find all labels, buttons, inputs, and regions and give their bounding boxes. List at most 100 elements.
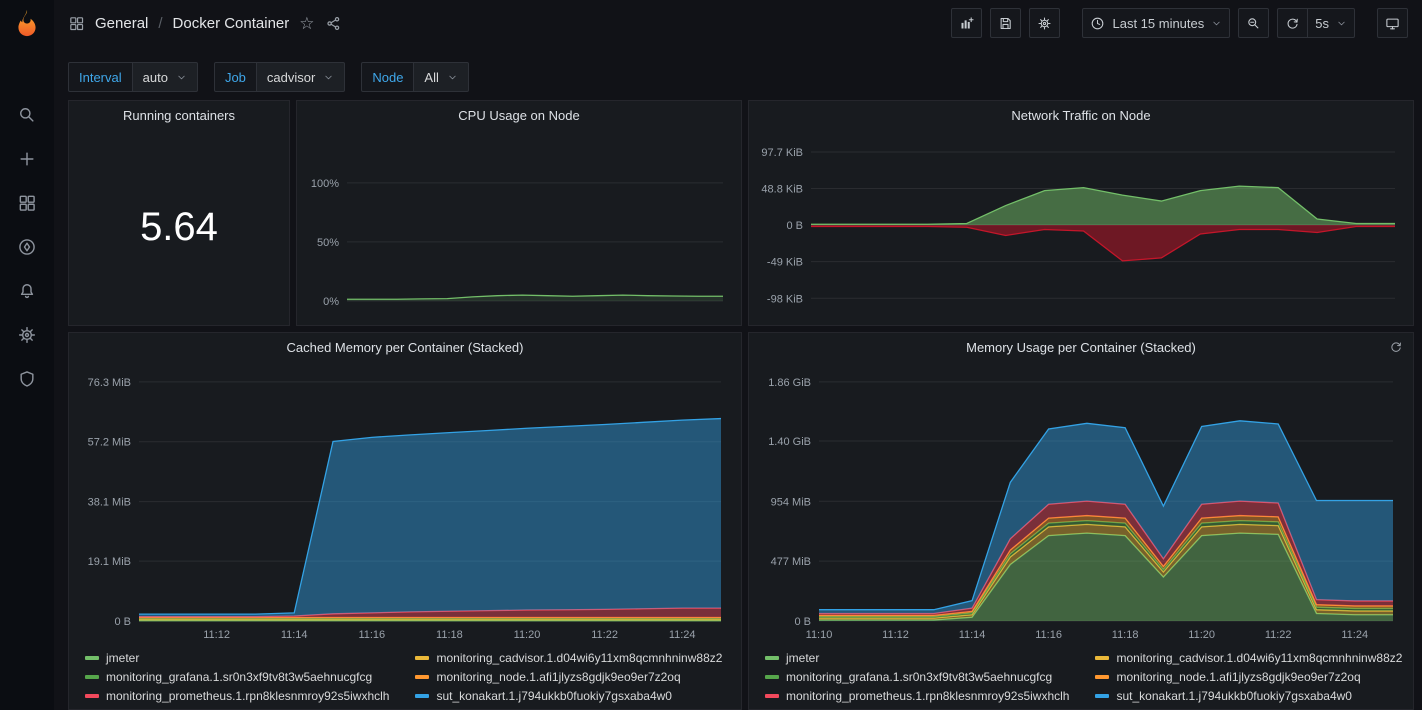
- network-traffic-chart[interactable]: 97.7 KiB 48.8 KiB 0 B -49 KiB -98 KiB: [755, 135, 1407, 319]
- sidebar-item-dashboards[interactable]: [0, 181, 54, 225]
- variable-label: Node: [361, 62, 414, 92]
- refresh-dashboard-button[interactable]: [1277, 8, 1307, 38]
- legend-label: monitoring_cadvisor.1.d04wi6y11xm8qcmnhn…: [436, 651, 722, 665]
- variable-value-dropdown[interactable]: All: [414, 62, 468, 92]
- sidebar-item-search[interactable]: [0, 93, 54, 137]
- star-icon[interactable]: ☆: [299, 15, 314, 32]
- variable-value-dropdown[interactable]: cadvisor: [257, 62, 345, 92]
- time-range-picker[interactable]: Last 15 minutes: [1082, 8, 1230, 38]
- panel-running-containers: Running containers 5.64: [68, 100, 290, 326]
- breadcrumb-folder[interactable]: General: [95, 15, 148, 32]
- legend-label: jmeter: [106, 651, 139, 665]
- variable-value: cadvisor: [267, 70, 315, 85]
- svg-text:48.8 KiB: 48.8 KiB: [761, 184, 803, 196]
- sidebar-nav: [0, 93, 54, 401]
- sidebar-item-create[interactable]: [0, 137, 54, 181]
- panel-title[interactable]: CPU Usage on Node: [297, 101, 741, 129]
- legend-item[interactable]: sut_konakart.1.j794ukkb0fuokiy7gsxaba4w0: [415, 689, 722, 703]
- svg-text:19.1 MiB: 19.1 MiB: [88, 556, 131, 568]
- svg-text:11:18: 11:18: [436, 629, 463, 641]
- legend-swatch: [415, 675, 429, 679]
- legend-item[interactable]: jmeter: [765, 651, 1069, 665]
- svg-text:76.3 MiB: 76.3 MiB: [88, 377, 131, 389]
- svg-text:11:24: 11:24: [1341, 629, 1368, 641]
- panel-title[interactable]: Running containers: [69, 101, 289, 129]
- legend-label: monitoring_grafana.1.sr0n3xf9tv8t3w5aehn…: [786, 670, 1052, 684]
- panel-title[interactable]: Network Traffic on Node: [749, 101, 1413, 129]
- chevron-down-icon: [323, 72, 334, 83]
- legend-item[interactable]: jmeter: [85, 651, 389, 665]
- legend-label: monitoring_node.1.afi1jlyzs8gdjk9eo9er7z…: [436, 670, 680, 684]
- legend-label: jmeter: [786, 651, 819, 665]
- variable-value-dropdown[interactable]: auto: [133, 62, 198, 92]
- add-panel-icon: [959, 16, 974, 31]
- grafana-logo[interactable]: [12, 8, 42, 41]
- svg-text:11:12: 11:12: [882, 629, 909, 641]
- legend-swatch: [1095, 694, 1109, 698]
- share-icon[interactable]: [325, 15, 342, 32]
- legend-label: monitoring_node.1.afi1jlyzs8gdjk9eo9er7z…: [1116, 670, 1360, 684]
- variable-value: All: [424, 70, 438, 85]
- legend-swatch: [765, 675, 779, 679]
- svg-text:-98 KiB: -98 KiB: [767, 293, 803, 305]
- panel-cached-memory: Cached Memory per Container (Stacked) 0 …: [68, 332, 742, 710]
- legend-label: sut_konakart.1.j794ukkb0fuokiy7gsxaba4w0: [436, 689, 672, 703]
- svg-text:0 B: 0 B: [794, 616, 811, 628]
- legend-label: monitoring_grafana.1.sr0n3xf9tv8t3w5aehn…: [106, 670, 372, 684]
- svg-text:57.2 MiB: 57.2 MiB: [88, 437, 131, 449]
- legend-item[interactable]: monitoring_node.1.afi1jlyzs8gdjk9eo9er7z…: [1095, 670, 1402, 684]
- svg-text:11:14: 11:14: [281, 629, 308, 641]
- panel-memory-usage: Memory Usage per Container (Stacked) 0 B…: [748, 332, 1414, 710]
- zoom-out-icon: [1246, 16, 1261, 31]
- zoom-out-time-button[interactable]: [1238, 8, 1269, 38]
- svg-text:100%: 100%: [311, 178, 339, 190]
- svg-text:97.7 KiB: 97.7 KiB: [761, 147, 803, 159]
- apps-grid-icon: [68, 15, 85, 32]
- legend-swatch: [765, 656, 779, 660]
- cpu-usage-chart[interactable]: 0%50%100%: [303, 135, 735, 319]
- legend-item[interactable]: monitoring_node.1.afi1jlyzs8gdjk9eo9er7z…: [415, 670, 722, 684]
- tv-mode-button[interactable]: [1377, 8, 1408, 38]
- save-dashboard-button[interactable]: [990, 8, 1021, 38]
- svg-text:-49 KiB: -49 KiB: [767, 257, 803, 269]
- gear-icon: [1037, 16, 1052, 31]
- add-panel-button[interactable]: [951, 8, 982, 38]
- variable-label: Interval: [68, 62, 133, 92]
- legend-item[interactable]: monitoring_cadvisor.1.d04wi6y11xm8qcmnhn…: [415, 651, 722, 665]
- variable-label: Job: [214, 62, 257, 92]
- gear-icon: [17, 325, 37, 345]
- cached-memory-chart[interactable]: 0 B19.1 MiB38.1 MiB57.2 MiB76.3 MiB11:12…: [77, 363, 733, 645]
- search-icon: [17, 105, 37, 125]
- sidebar-item-configuration[interactable]: [0, 313, 54, 357]
- variable-interval: Interval auto: [68, 62, 198, 92]
- sidebar-item-alerting[interactable]: [0, 269, 54, 313]
- svg-text:0 B: 0 B: [786, 220, 803, 232]
- panel-network-traffic: Network Traffic on Node 97.7 KiB 48.8 KiB…: [748, 100, 1414, 326]
- legend-swatch: [415, 656, 429, 660]
- legend: jmeter monitoring_cadvisor.1.d04wi6y11xm8…: [765, 651, 1402, 703]
- breadcrumb-dashboard-title[interactable]: Docker Container: [173, 15, 290, 32]
- svg-text:0%: 0%: [323, 296, 339, 308]
- svg-text:11:22: 11:22: [591, 629, 618, 641]
- refresh-interval-label: 5s: [1315, 16, 1329, 31]
- panel-title[interactable]: Cached Memory per Container (Stacked): [69, 333, 741, 361]
- legend-swatch: [1095, 675, 1109, 679]
- legend-item[interactable]: monitoring_prometheus.1.rpn8klesnmroy92s…: [765, 689, 1069, 703]
- svg-text:1.86 GiB: 1.86 GiB: [768, 377, 811, 389]
- legend-label: monitoring_prometheus.1.rpn8klesnmroy92s…: [786, 689, 1069, 703]
- shield-icon: [17, 369, 37, 389]
- chevron-down-icon: [447, 72, 458, 83]
- legend-item[interactable]: sut_konakart.1.j794ukkb0fuokiy7gsxaba4w0: [1095, 689, 1402, 703]
- legend-item[interactable]: monitoring_grafana.1.sr0n3xf9tv8t3w5aehn…: [85, 670, 389, 684]
- legend-item[interactable]: monitoring_cadvisor.1.d04wi6y11xm8qcmnhn…: [1095, 651, 1402, 665]
- panel-refresh-icon[interactable]: [1389, 340, 1403, 357]
- panel-title[interactable]: Memory Usage per Container (Stacked): [749, 333, 1413, 361]
- legend-item[interactable]: monitoring_grafana.1.sr0n3xf9tv8t3w5aehn…: [765, 670, 1069, 684]
- sidebar-item-explore[interactable]: [0, 225, 54, 269]
- memory-usage-chart[interactable]: 0 B477 MiB954 MiB1.40 GiB1.86 GiB11:1011…: [757, 363, 1405, 645]
- sidebar-item-server-admin[interactable]: [0, 357, 54, 401]
- legend-item[interactable]: monitoring_prometheus.1.rpn8klesnmroy92s…: [85, 689, 389, 703]
- refresh-interval-picker[interactable]: 5s: [1307, 8, 1355, 38]
- legend-swatch: [85, 694, 99, 698]
- dashboard-settings-button[interactable]: [1029, 8, 1060, 38]
